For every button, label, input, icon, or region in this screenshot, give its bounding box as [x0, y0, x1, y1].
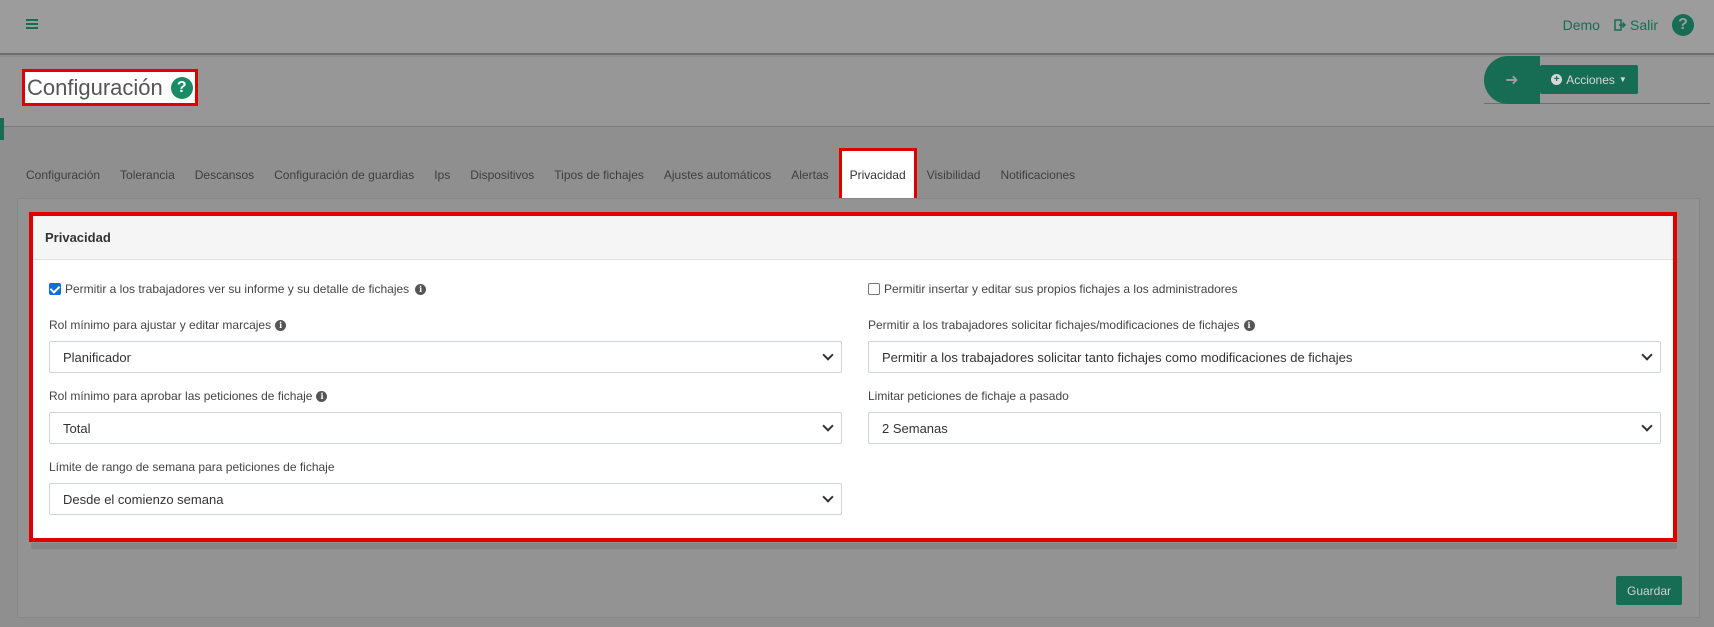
plus-circle-icon: + [1551, 74, 1563, 85]
tab-configuracion[interactable]: Configuración [16, 168, 110, 182]
chevron-down-icon [822, 349, 834, 361]
page-title-box: Configuración ? [22, 69, 198, 106]
allow-admin-edit-field: Permitir insertar y editar sus propios f… [868, 282, 1237, 296]
allow-view-report-field: Permitir a los trabajadores ver su infor… [49, 282, 427, 296]
tab-alertas[interactable]: Alertas [781, 168, 838, 182]
question-circle-icon[interactable]: ? [170, 76, 193, 99]
tab-configuracion-guardias[interactable]: Configuración de guardias [264, 168, 424, 182]
actions-area: ➜ + Acciones ▼ [1484, 56, 1710, 104]
tab-dispositivos[interactable]: Dispositivos [460, 168, 544, 182]
tab-tolerancia[interactable]: Tolerancia [110, 168, 185, 182]
info-icon[interactable]: i [1243, 319, 1255, 331]
top-navbar: Demo Salir ? [0, 0, 1714, 55]
chevron-down-icon [822, 420, 834, 432]
page-title: Configuración [27, 74, 163, 100]
tab-descansos[interactable]: Descansos [185, 168, 264, 182]
min-role-approve-select[interactable]: Total [49, 412, 842, 444]
min-role-approve-label-wrap: Rol mínimo para aprobar las peticiones d… [49, 389, 328, 403]
logout-link[interactable]: Salir [1614, 17, 1658, 33]
week-range-value: Desde el comienzo semana [63, 491, 224, 507]
info-icon[interactable]: i [415, 283, 427, 295]
info-icon[interactable]: i [316, 390, 328, 402]
question-circle-icon[interactable]: ? [1672, 14, 1694, 36]
limit-past-select[interactable]: 2 Semanas [868, 412, 1661, 444]
logout-label: Salir [1629, 17, 1658, 33]
allow-request-label-wrap: Permitir a los trabajadores solicitar fi… [868, 318, 1255, 332]
chevron-down-icon [1641, 349, 1653, 361]
min-role-approve-label: Rol mínimo para aprobar las peticiones d… [49, 389, 313, 403]
limit-past-label-wrap: Limitar peticiones de fichaje a pasado [868, 389, 1069, 403]
min-role-edit-value: Planificador [63, 349, 131, 365]
top-right-menu: Demo Salir ? [1563, 14, 1694, 36]
tab-notificaciones[interactable]: Notificaciones [990, 168, 1085, 182]
allow-request-select[interactable]: Permitir a los trabajadores solicitar ta… [868, 341, 1661, 373]
allow-view-report-label: Permitir a los trabajadores ver su infor… [65, 282, 410, 296]
chevron-down-icon [822, 491, 834, 503]
arrow-right-button[interactable]: ➜ [1484, 56, 1540, 104]
allow-admin-edit-checkbox[interactable] [868, 283, 880, 295]
allow-request-value: Permitir a los trabajadores solicitar ta… [882, 349, 1353, 365]
tab-tipos-fichajes[interactable]: Tipos de fichajes [544, 168, 654, 182]
min-role-edit-label: Rol mínimo para ajustar y editar marcaje… [49, 318, 272, 332]
allow-admin-edit-label: Permitir insertar y editar sus propios f… [884, 282, 1238, 296]
panel-title: Privacidad [33, 216, 1673, 260]
min-role-approve-value: Total [63, 420, 91, 436]
sidebar-accent [0, 118, 4, 140]
week-range-label-wrap: Límite de rango de semana para peticione… [49, 460, 335, 474]
tab-privacidad[interactable]: Privacidad [838, 148, 917, 202]
tab-ips[interactable]: Ips [424, 168, 460, 182]
tab-ajustes-automaticos[interactable]: Ajustes automáticos [654, 168, 781, 182]
user-link[interactable]: Demo [1563, 17, 1600, 33]
arrow-right-icon: ➜ [1505, 72, 1519, 89]
tab-visibilidad[interactable]: Visibilidad [917, 168, 991, 182]
acciones-dropdown-button[interactable]: + Acciones ▼ [1540, 65, 1638, 94]
acciones-label: Acciones [1566, 72, 1615, 87]
allow-view-report-checkbox[interactable] [49, 283, 61, 295]
week-range-select[interactable]: Desde el comienzo semana [49, 483, 842, 515]
privacy-panel: Privacidad Permitir a los trabajadores v… [29, 212, 1677, 542]
info-icon[interactable]: i [275, 319, 287, 331]
week-range-label: Límite de rango de semana para peticione… [49, 460, 335, 474]
allow-request-label: Permitir a los trabajadores solicitar fi… [868, 318, 1240, 332]
page-header [0, 57, 1714, 127]
sign-out-icon [1614, 19, 1626, 31]
panel-shadow [31, 543, 1677, 549]
chevron-down-icon [1641, 420, 1653, 432]
caret-down-icon: ▼ [1618, 75, 1627, 84]
min-role-edit-select[interactable]: Planificador [49, 341, 842, 373]
limit-past-label: Limitar peticiones de fichaje a pasado [868, 389, 1069, 403]
save-button[interactable]: Guardar [1616, 576, 1682, 605]
min-role-edit-label-wrap: Rol mínimo para ajustar y editar marcaje… [49, 318, 287, 332]
hamburger-icon[interactable] [26, 17, 42, 33]
settings-tabs: Configuración Tolerancia Descansos Confi… [16, 148, 1085, 202]
limit-past-value: 2 Semanas [882, 420, 948, 436]
